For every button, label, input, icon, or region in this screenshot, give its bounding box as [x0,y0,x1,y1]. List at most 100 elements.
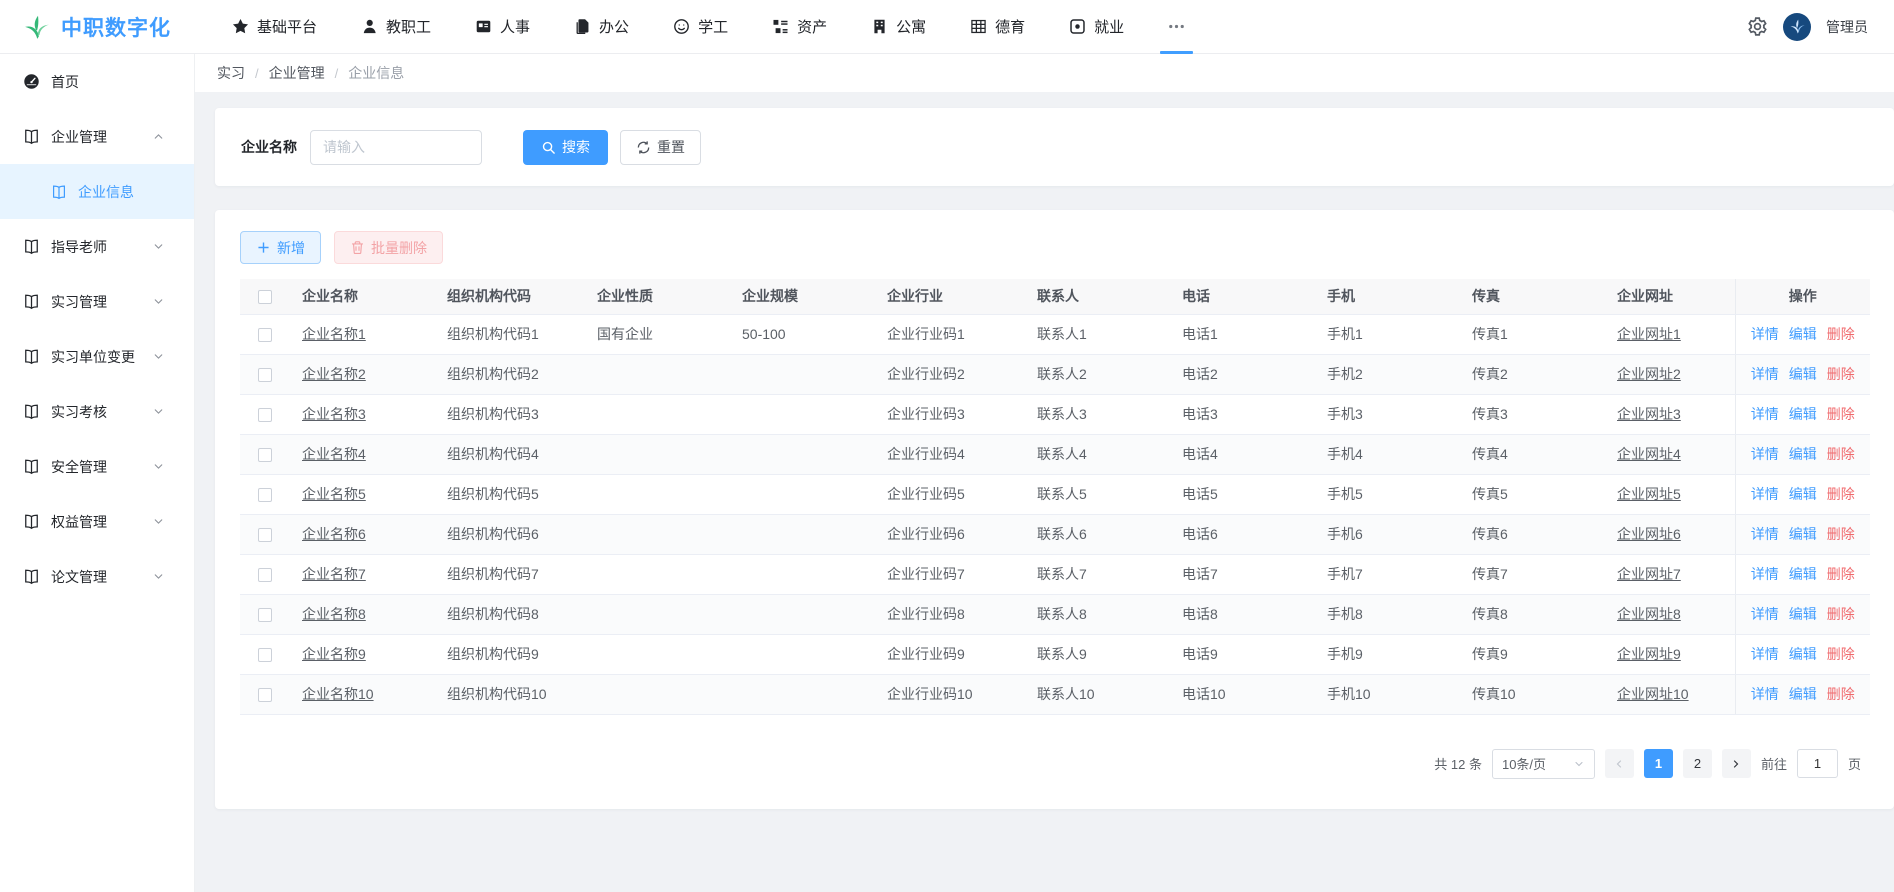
row-checkbox-cell [240,594,290,634]
row-checkbox[interactable] [258,688,272,702]
edit-link[interactable]: 编辑 [1789,686,1817,702]
edit-link[interactable]: 编辑 [1789,446,1817,462]
delete-link[interactable]: 删除 [1827,446,1855,462]
cell: 联系人5 [1025,474,1170,514]
row-checkbox[interactable] [258,328,272,342]
sidebar-item-enterprise-mgmt[interactable]: 企业管理 [0,109,194,164]
detail-link[interactable]: 详情 [1751,686,1779,702]
delete-link[interactable]: 删除 [1827,606,1855,622]
table-panel: 新增 批量删除 企业名称组织机构代码企业性质企业规模企业行业联系人电话手机传真企… [215,210,1894,809]
cell: 联系人6 [1025,514,1170,554]
sidebar-item-safety-mgmt[interactable]: 安全管理 [0,439,194,494]
sidebar-item-home[interactable]: 首页 [0,54,194,109]
edit-link[interactable]: 编辑 [1789,566,1817,582]
edit-link[interactable]: 编辑 [1789,366,1817,382]
breadcrumb-item[interactable]: 企业管理 [269,63,325,83]
page-1-button[interactable]: 1 [1644,749,1673,778]
sidebar-item-internship-assess[interactable]: 实习考核 [0,384,194,439]
sidebar-item-internship-mgmt[interactable]: 实习管理 [0,274,194,329]
nav-item-student[interactable]: 学工 [651,0,750,54]
detail-link[interactable]: 详情 [1751,566,1779,582]
nav-item-more[interactable] [1146,0,1207,54]
row-checkbox[interactable] [258,568,272,582]
batch-delete-button[interactable]: 批量删除 [334,231,443,264]
cell: 联系人8 [1025,594,1170,634]
prev-page-button[interactable] [1605,749,1634,778]
gear-icon[interactable] [1747,16,1768,37]
sidebar-item-label: 实习管理 [51,292,107,312]
detail-link[interactable]: 详情 [1751,406,1779,422]
select-all-checkbox[interactable] [258,290,272,304]
nav-item-employment[interactable]: 就业 [1047,0,1146,54]
row-actions: 详情编辑删除 [1735,434,1870,474]
edit-link[interactable]: 编辑 [1789,646,1817,662]
delete-link[interactable]: 删除 [1827,566,1855,582]
delete-link[interactable]: 删除 [1827,486,1855,502]
detail-link[interactable]: 详情 [1751,366,1779,382]
reset-button[interactable]: 重置 [620,130,701,165]
book-icon [23,128,40,145]
page-size-select[interactable]: 10条/页 [1492,749,1595,779]
edit-link[interactable]: 编辑 [1789,406,1817,422]
cell: 联系人1 [1025,314,1170,354]
detail-link[interactable]: 详情 [1751,326,1779,342]
nav-item-office[interactable]: 办公 [552,0,651,54]
row-checkbox[interactable] [258,648,272,662]
edit-link[interactable]: 编辑 [1789,486,1817,502]
brand[interactable]: 中职数字化 [22,12,194,42]
detail-link[interactable]: 详情 [1751,646,1779,662]
avatar[interactable] [1783,13,1811,41]
sidebar-item-internship-unit-change[interactable]: 实习单位变更 [0,329,194,384]
nav-item-moral-edu[interactable]: 德育 [948,0,1047,54]
company-name-input[interactable] [310,130,482,165]
cell [585,674,730,714]
nav-item-staff[interactable]: 教职工 [339,0,453,54]
cell: 联系人3 [1025,394,1170,434]
row-checkbox[interactable] [258,448,272,462]
sidebar-item-thesis-mgmt[interactable]: 论文管理 [0,549,194,604]
search-button[interactable]: 搜索 [523,130,608,165]
chevron-down-icon [152,570,165,583]
batch-delete-button-label: 批量删除 [371,238,427,258]
row-checkbox[interactable] [258,608,272,622]
edit-link[interactable]: 编辑 [1789,606,1817,622]
column-header: 联系人 [1025,279,1170,314]
nav-item-assets[interactable]: 资产 [750,0,849,54]
cell: 组织机构代码3 [435,394,585,434]
detail-link[interactable]: 详情 [1751,446,1779,462]
search-icon [541,140,556,155]
row-checkbox[interactable] [258,528,272,542]
row-actions: 详情编辑删除 [1735,354,1870,394]
delete-link[interactable]: 删除 [1827,366,1855,382]
nav-item-base-platform[interactable]: 基础平台 [210,0,339,54]
nav-item-hr[interactable]: 人事 [453,0,552,54]
edit-link[interactable]: 编辑 [1789,326,1817,342]
column-header: 企业名称 [290,279,435,314]
detail-link[interactable]: 详情 [1751,486,1779,502]
add-button[interactable]: 新增 [240,231,321,264]
nav-item-apartment[interactable]: 公寓 [849,0,948,54]
sidebar-item-rights-mgmt[interactable]: 权益管理 [0,494,194,549]
sidebar: 首页企业管理企业信息指导老师实习管理实习单位变更实习考核安全管理权益管理论文管理 [0,54,195,892]
row-checkbox[interactable] [258,368,272,382]
edit-link[interactable]: 编辑 [1789,526,1817,542]
detail-link[interactable]: 详情 [1751,526,1779,542]
nav-item-label: 基础平台 [257,16,317,37]
delete-link[interactable]: 删除 [1827,406,1855,422]
delete-link[interactable]: 删除 [1827,326,1855,342]
goto-page-input[interactable] [1797,749,1838,778]
sidebar-item-enterprise-info[interactable]: 企业信息 [0,164,194,219]
row-checkbox[interactable] [258,408,272,422]
row-checkbox[interactable] [258,488,272,502]
top-navbar: 中职数字化 基础平台教职工人事办公学工资产公寓德育就业 管理员 [0,0,1894,54]
delete-link[interactable]: 删除 [1827,686,1855,702]
delete-link[interactable]: 删除 [1827,526,1855,542]
cell: 手机7 [1315,554,1460,594]
sidebar-item-mentor[interactable]: 指导老师 [0,219,194,274]
detail-link[interactable]: 详情 [1751,606,1779,622]
cell: 联系人2 [1025,354,1170,394]
next-page-button[interactable] [1722,749,1751,778]
page-2-button[interactable]: 2 [1683,749,1712,778]
breadcrumb-item[interactable]: 实习 [217,63,245,83]
delete-link[interactable]: 删除 [1827,646,1855,662]
